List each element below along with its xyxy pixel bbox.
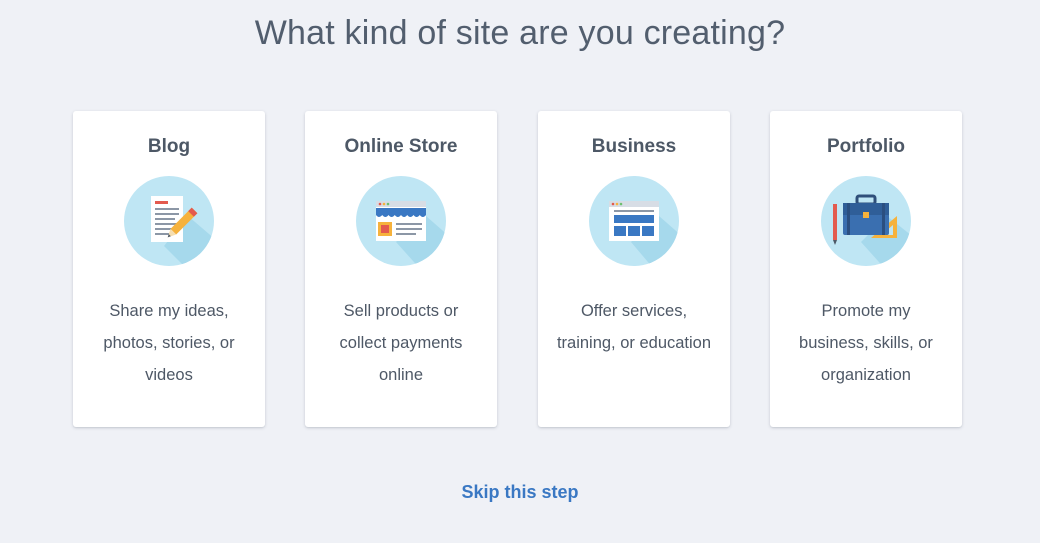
online-store-option-description: Sell products or collect payments online — [339, 302, 463, 384]
blog-option-description: Share my ideas, photos, stories, or vide… — [103, 302, 235, 384]
business-option-card[interactable]: Business Offer services, training, or ed… — [538, 111, 730, 427]
skip-step-label[interactable]: Skip this step — [461, 482, 578, 502]
site-type-options: Blog Share my ideas, photos, stories, or… — [73, 111, 963, 427]
business-option-description: Offer services, training, or education — [556, 302, 712, 352]
portfolio-option-card[interactable]: Portfolio Promote my business, skills, o… — [770, 111, 962, 427]
blog-option-title: Blog — [147, 136, 191, 157]
online-store-option-card[interactable]: Online Store Sell products or collect pa… — [305, 111, 497, 427]
portfolio-option-description: Promote my business, skills, or organiza… — [799, 302, 933, 384]
briefcase-icon — [821, 176, 911, 266]
storefront-icon — [356, 176, 446, 266]
page-title: What kind of site are you creating? — [254, 14, 786, 52]
skip-step-link[interactable]: Skip this step — [0, 482, 1040, 503]
browser-window-icon — [589, 176, 679, 266]
business-option-title: Business — [591, 136, 677, 157]
online-store-option-title: Online Store — [344, 136, 458, 157]
portfolio-option-title: Portfolio — [826, 136, 906, 157]
blog-option-card[interactable]: Blog Share my ideas, photos, stories, or… — [73, 111, 265, 427]
blog-document-pencil-icon — [124, 176, 214, 266]
